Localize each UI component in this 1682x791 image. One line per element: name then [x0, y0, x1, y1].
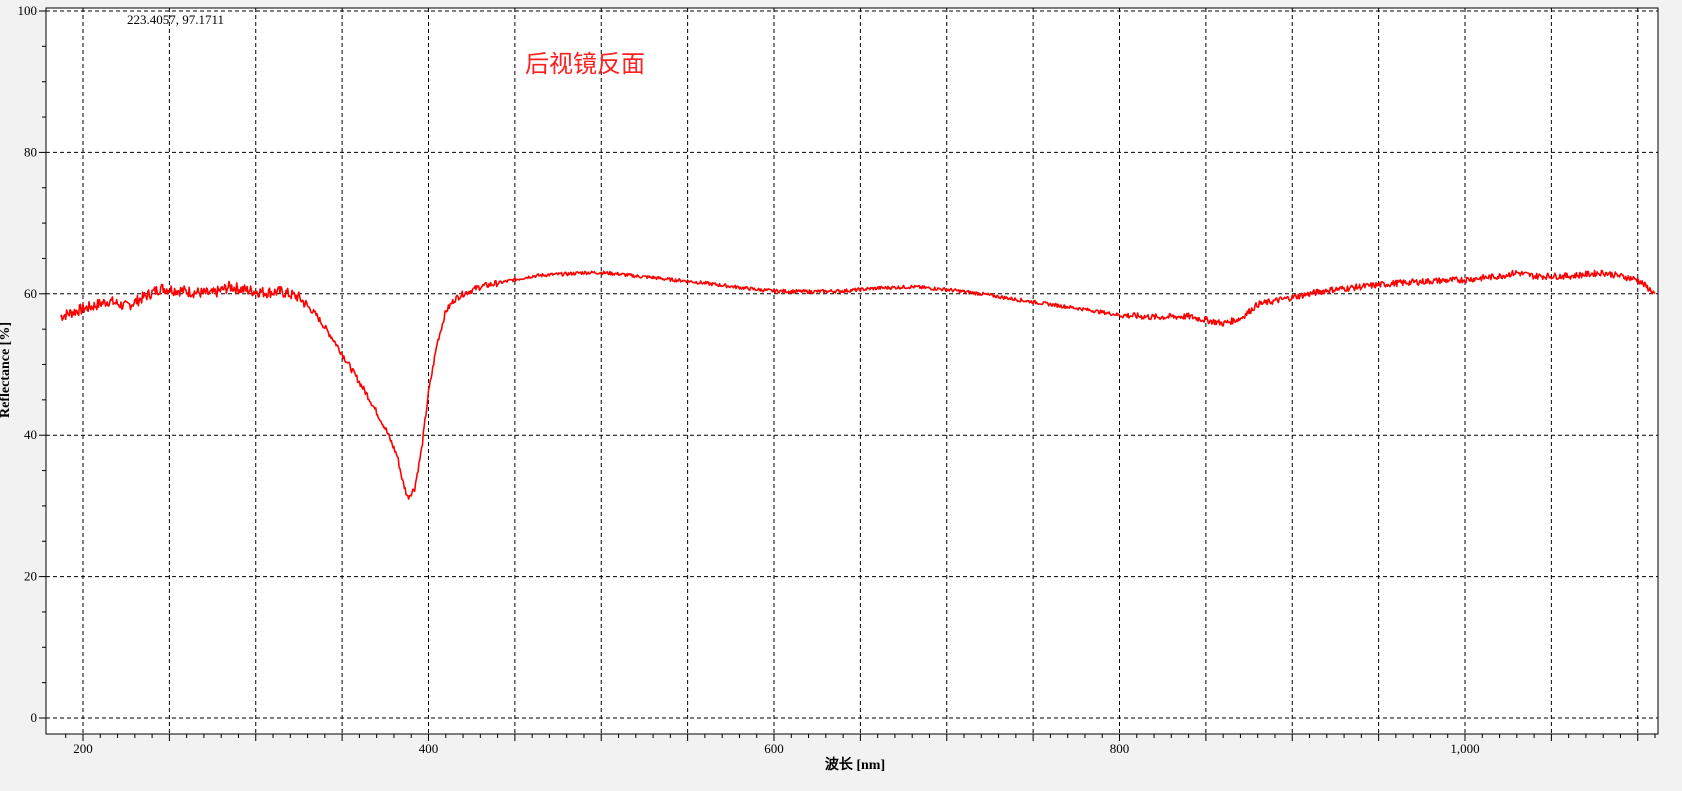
y-tick-label: 80 [24, 144, 37, 159]
reflectance-chart: 200 400 600 800 1,000 0 20 40 60 80 100 223.4057,… [0, 3, 1659, 773]
y-tick-labels: 0 20 40 60 80 100 [18, 3, 38, 725]
y-axis-title: Reflectance [%] [0, 322, 13, 418]
y-tick-label: 0 [31, 710, 38, 725]
y-tick-label: 40 [24, 427, 37, 442]
y-tick-label: 100 [18, 3, 38, 18]
x-tick-label: 200 [73, 741, 93, 756]
chart-annotation: 后视镜反面 [525, 50, 645, 78]
y-tick-label: 60 [24, 286, 37, 301]
x-tick-label: 400 [419, 741, 439, 756]
x-tick-labels: 200 400 600 800 1,000 [73, 741, 1479, 756]
x-axis-title: 波长 [nm] [825, 756, 885, 773]
plot-area[interactable] [45, 7, 1659, 735]
cursor-readout: 223.4057, 97.1711 [127, 12, 224, 27]
y-tick-label: 20 [24, 569, 37, 584]
x-tick-label: 1,000 [1450, 741, 1479, 756]
x-tick-label: 600 [764, 741, 784, 756]
spectrum-chart-window: 200 400 600 800 1,000 0 20 40 60 80 100 223.4057,… [0, 0, 1682, 791]
x-tick-label: 800 [1110, 741, 1130, 756]
